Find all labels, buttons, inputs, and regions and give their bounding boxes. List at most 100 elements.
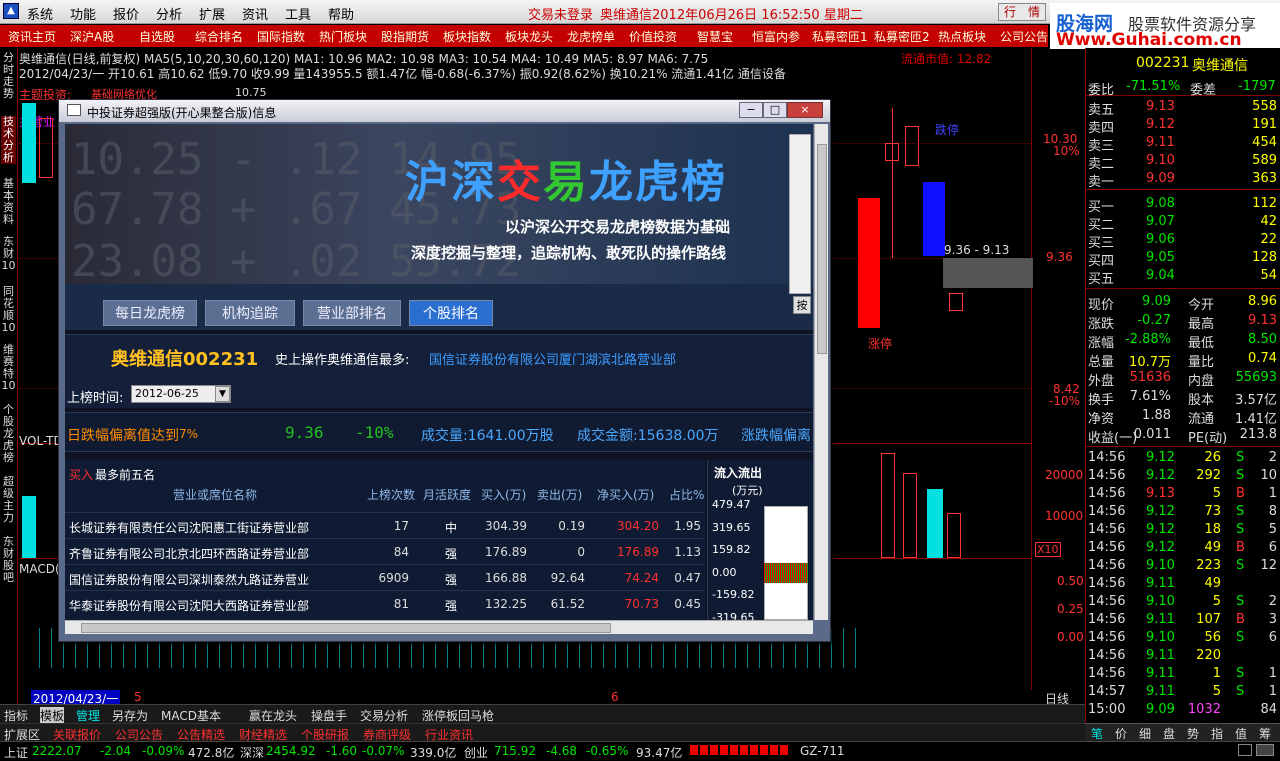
dialog-titlebar[interactable]: 中投证券超强版(开心果整合版)信息 − □ ×	[59, 100, 830, 122]
vtab-eastmoney[interactable]: 东财10	[1, 236, 16, 272]
func-sector-index[interactable]: 板块指数	[443, 28, 491, 45]
menu-news[interactable]: 资讯	[242, 4, 268, 23]
menu-quote[interactable]: 报价	[113, 4, 139, 23]
horizontal-scrollbar[interactable]	[65, 620, 813, 634]
indicator-tab[interactable]: 另存为	[112, 707, 148, 724]
axis-x10[interactable]: X10	[1035, 542, 1061, 557]
chevron-down-icon[interactable]: ▼	[215, 386, 230, 402]
cell-activity: 强	[445, 547, 458, 561]
func-dragon-tiger[interactable]: 龙虎榜单	[567, 28, 615, 45]
func-hengfu[interactable]: 恒富内参	[752, 28, 800, 45]
func-private2[interactable]: 私募密匝2	[874, 28, 930, 45]
col-name[interactable]: 营业或席位名称	[173, 486, 257, 503]
vtab-technical[interactable]: 技术分析	[1, 116, 16, 164]
quote-button[interactable]: 行 情	[998, 3, 1046, 21]
vtab-fundamentals[interactable]: 基本资料	[1, 178, 16, 226]
tick-price: 9.12	[1146, 522, 1175, 537]
sell-row-4: 卖四 9.12 191	[1086, 116, 1280, 136]
func-news-home[interactable]: 资讯主页	[8, 28, 56, 45]
sh-label[interactable]: 上证	[4, 744, 28, 761]
sell-price: 9.09	[1146, 171, 1175, 186]
table-row[interactable]: 齐鲁证券有限公司北京北四环西路证券营业部 84 强 176.89 0 176.89 1.13	[65, 538, 705, 564]
tab-stock-rank[interactable]: 个股排名	[409, 300, 493, 326]
cell-sell: 61.52	[550, 597, 585, 611]
quote-tab[interactable]: 势	[1187, 725, 1199, 742]
vtab-dragon-stock[interactable]: 个股龙虎榜	[1, 404, 16, 464]
tab-institution[interactable]: 机构追踪	[205, 300, 295, 326]
func-private1[interactable]: 私募密匝1	[812, 28, 868, 45]
func-zhihuibao[interactable]: 智慧宝	[697, 28, 733, 45]
tab-daily[interactable]: 每日龙虎榜	[103, 300, 197, 326]
menu-function[interactable]: 功能	[70, 4, 96, 23]
candle-hollow-2	[905, 126, 919, 166]
indicator-tab[interactable]: 模板	[40, 707, 65, 724]
table-row[interactable]: 国信证券股份有限公司深圳泰然九路证券营业 6909 强 166.88 92.64 74.2…	[65, 564, 705, 590]
func-hot-sector[interactable]: 热点板块	[938, 28, 986, 45]
tab-branch-rank[interactable]: 营业部排名	[303, 300, 401, 326]
quote-tab[interactable]: 细	[1139, 725, 1151, 742]
indicator-tab[interactable]: 指标	[4, 707, 28, 724]
cell-sell: 92.64	[550, 571, 585, 585]
cy-label[interactable]: 创业	[464, 744, 488, 761]
col-count[interactable]: 上榜次数	[367, 486, 415, 503]
col-net[interactable]: 净买入(万)	[597, 486, 654, 503]
quote-tab[interactable]: 指	[1211, 725, 1223, 742]
tick-volume: 220	[1196, 648, 1221, 663]
func-sector-leader[interactable]: 板块龙头	[505, 28, 553, 45]
vtab-intraday[interactable]: 分时走势	[1, 52, 16, 100]
col-sell[interactable]: 卖出(万)	[537, 486, 582, 503]
tick-volume: 1	[1212, 666, 1221, 681]
tick-price: 9.12	[1146, 504, 1175, 519]
col-ratio[interactable]: 占比%	[669, 486, 704, 503]
menu-tools[interactable]: 工具	[285, 4, 311, 23]
most-op-value[interactable]: 国信证券股份有限公司厦门湖滨北路营业部	[429, 349, 676, 368]
func-a-shares[interactable]: 深沪A股	[70, 28, 114, 45]
func-value-invest[interactable]: 价值投资	[629, 28, 677, 45]
menu-help[interactable]: 帮助	[328, 4, 354, 23]
side-button[interactable]: 按	[793, 296, 811, 314]
menu-extend[interactable]: 扩展	[199, 4, 225, 23]
close-button[interactable]: ×	[787, 102, 823, 118]
buy-price: 9.08	[1146, 196, 1175, 211]
app-icon[interactable]: ▲	[3, 3, 19, 19]
menu-analysis[interactable]: 分析	[156, 4, 182, 23]
col-activity[interactable]: 月活跃度	[423, 486, 471, 503]
indicator-tab[interactable]: 涨停板回马枪	[422, 707, 494, 724]
quote-tab[interactable]: 价	[1115, 725, 1127, 742]
quote-tab[interactable]: 筹	[1259, 725, 1271, 742]
indicator-tab[interactable]: 交易分析	[360, 707, 408, 724]
tick-row: 14:56 9.12 292 S 10	[1086, 467, 1280, 485]
sell-volume: 558	[1252, 99, 1277, 114]
quote-tab[interactable]: 笔	[1091, 725, 1103, 742]
stat-label: 净资	[1088, 412, 1115, 427]
indicator-toolbar: 指标 模板 管理 另存为 MACD基本 赢在龙头 操盘手 交易分析 涨停板回马枪	[0, 704, 1085, 724]
maximize-button[interactable]: □	[763, 102, 787, 118]
func-announcements[interactable]: 公司公告	[1000, 28, 1048, 45]
sz-label[interactable]: 深深	[240, 744, 264, 761]
vtab-wst[interactable]: 维赛特10	[1, 344, 16, 392]
vertical-scrollbar[interactable]	[814, 124, 828, 620]
range-pct: 7%	[179, 427, 199, 441]
vtab-ths[interactable]: 同花顺10	[1, 286, 16, 334]
quote-tab[interactable]: 盘	[1163, 725, 1175, 742]
quote-tab[interactable]: 值	[1235, 725, 1247, 742]
indicator-tab[interactable]: 管理	[76, 707, 100, 724]
func-ranking[interactable]: 综合排名	[195, 28, 243, 45]
trade-status[interactable]: 交易未登录	[528, 4, 593, 23]
func-watchlist[interactable]: 自选股	[139, 28, 175, 45]
menu-system[interactable]: 系统	[27, 4, 53, 23]
orderbook-divider	[1086, 189, 1280, 190]
col-buy[interactable]: 买入(万)	[481, 486, 526, 503]
table-row[interactable]: 华泰证券股份有限公司沈阳大西路证券营业部 81 强 132.25 61.52 70.73 0…	[65, 590, 705, 616]
vtab-forum[interactable]: 东财股吧	[1, 536, 16, 584]
vtab-main-force[interactable]: 超级主力	[1, 476, 16, 524]
tick-count: 84	[1260, 702, 1277, 717]
indicator-tab[interactable]: 操盘手	[311, 707, 347, 724]
func-hot-sectors[interactable]: 热门板块	[319, 28, 367, 45]
minimize-button[interactable]: −	[739, 102, 763, 118]
table-row[interactable]: 长城证券有限责任公司沈阳惠工街证券营业部 17 中 304.39 0.19 304.20 1…	[65, 512, 705, 538]
func-futures[interactable]: 股指期货	[381, 28, 429, 45]
indicator-tab[interactable]: MACD基本	[161, 707, 221, 724]
func-intl-index[interactable]: 国际指数	[257, 28, 305, 45]
indicator-tab[interactable]: 赢在龙头	[249, 707, 297, 724]
